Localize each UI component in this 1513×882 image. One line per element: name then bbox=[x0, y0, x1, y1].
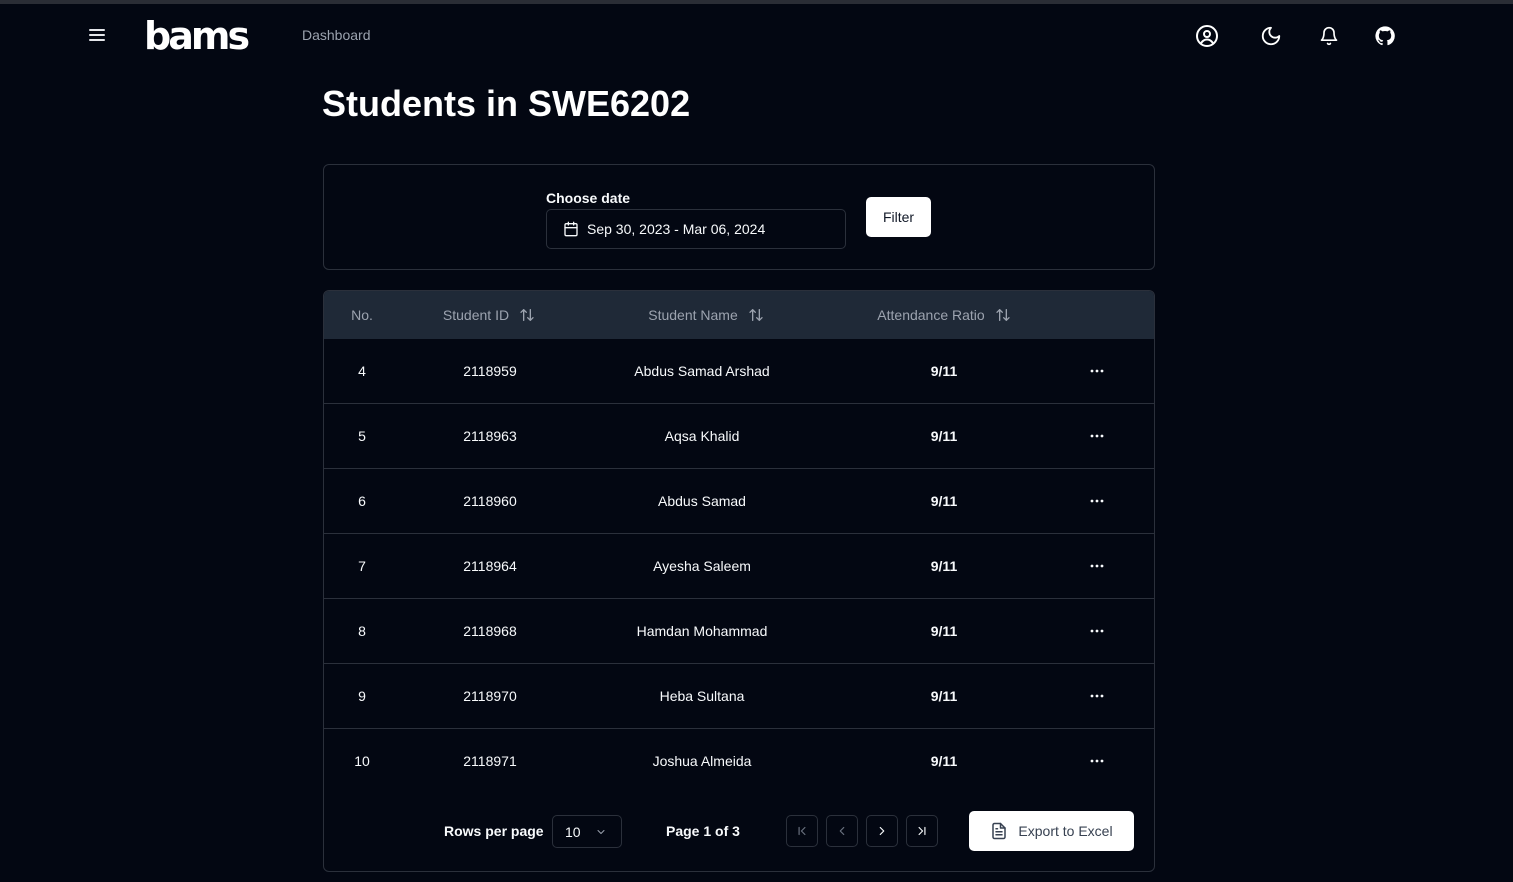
table-row: 7 2118964 Ayesha Saleem 9/11 bbox=[324, 534, 1154, 599]
chevron-right-icon bbox=[875, 824, 889, 838]
page-indicator: Page 1 of 3 bbox=[666, 823, 740, 839]
cell-student-id: 2118960 bbox=[463, 493, 517, 509]
cell-attendance-ratio: 9/11 bbox=[930, 688, 958, 704]
page-title: Students in SWE6202 bbox=[322, 83, 691, 124]
cell-student-id: 2118964 bbox=[463, 558, 517, 574]
ellipsis-icon[interactable] bbox=[1083, 357, 1111, 385]
table-row: 5 2118963 Aqsa Khalid 9/11 bbox=[324, 404, 1154, 469]
first-page-icon bbox=[795, 824, 809, 838]
cell-no: 7 bbox=[358, 558, 366, 574]
cell-attendance-ratio: 9/11 bbox=[930, 558, 958, 574]
ellipsis-icon[interactable] bbox=[1083, 617, 1111, 645]
table-row: 4 2118959 Abdus Samad Arshad 9/11 bbox=[324, 339, 1154, 404]
ellipsis-icon[interactable] bbox=[1083, 487, 1111, 515]
chevron-down-icon bbox=[595, 826, 607, 838]
table-row: 8 2118968 Hamdan Mohammad 9/11 bbox=[324, 599, 1154, 664]
students-table: No. Student ID Student Name Attendance R… bbox=[323, 290, 1155, 872]
column-header-label: Student Name bbox=[648, 307, 738, 323]
export-button-label: Export to Excel bbox=[1018, 823, 1113, 839]
cell-student-id: 2118971 bbox=[463, 753, 517, 769]
table-header: No. Student ID Student Name Attendance R… bbox=[324, 291, 1154, 339]
cell-attendance-ratio: 9/11 bbox=[930, 428, 958, 444]
table-row: 6 2118960 Abdus Samad 9/11 bbox=[324, 469, 1154, 534]
calendar-icon bbox=[563, 221, 579, 237]
column-header-no: No. bbox=[324, 291, 400, 339]
chevron-left-icon bbox=[835, 824, 849, 838]
date-range-value: Sep 30, 2023 - Mar 06, 2024 bbox=[587, 221, 766, 237]
rows-per-page-value: 10 bbox=[565, 823, 581, 840]
menu-icon[interactable] bbox=[84, 22, 110, 48]
cell-student-id: 2118959 bbox=[463, 363, 517, 379]
cell-student-name: Abdus Samad Arshad bbox=[634, 363, 770, 379]
rows-per-page-label: Rows per page bbox=[444, 823, 544, 839]
app-logo[interactable]: bams bbox=[144, 14, 250, 58]
bell-icon[interactable] bbox=[1315, 22, 1343, 50]
cell-student-id: 2118970 bbox=[463, 688, 517, 704]
top-navbar: bams Dashboard bbox=[0, 4, 1513, 68]
column-header-label: Student ID bbox=[442, 307, 510, 323]
moon-icon[interactable] bbox=[1257, 22, 1285, 50]
ellipsis-icon[interactable] bbox=[1083, 552, 1111, 580]
user-circle-icon[interactable] bbox=[1193, 22, 1221, 50]
previous-page-button[interactable] bbox=[826, 815, 858, 847]
ellipsis-icon[interactable] bbox=[1083, 747, 1111, 775]
column-header-student-name[interactable]: Student Name bbox=[606, 291, 806, 339]
column-header-label: Attendance Ratio bbox=[877, 307, 985, 323]
cell-no: 8 bbox=[358, 623, 366, 639]
date-label: Choose date bbox=[546, 190, 631, 206]
cell-no: 5 bbox=[358, 428, 366, 444]
column-header-attendance-ratio[interactable]: Attendance Ratio bbox=[844, 291, 1044, 339]
cell-student-id: 2118968 bbox=[463, 623, 517, 639]
export-to-excel-button[interactable]: Export to Excel bbox=[969, 811, 1134, 851]
table-row: 10 2118971 Joshua Almeida 9/11 bbox=[324, 729, 1154, 794]
cell-student-name: Abdus Samad bbox=[658, 493, 746, 509]
column-header-student-id[interactable]: Student ID bbox=[414, 291, 564, 339]
cell-attendance-ratio: 9/11 bbox=[930, 363, 958, 379]
last-page-icon bbox=[915, 824, 929, 838]
ellipsis-icon[interactable] bbox=[1083, 682, 1111, 710]
cell-no: 10 bbox=[354, 753, 370, 769]
date-range-picker[interactable]: Sep 30, 2023 - Mar 06, 2024 bbox=[546, 209, 846, 249]
cell-student-name: Aqsa Khalid bbox=[664, 428, 740, 444]
table-row: 9 2118970 Heba Sultana 9/11 bbox=[324, 664, 1154, 729]
last-page-button[interactable] bbox=[906, 815, 938, 847]
cell-no: 6 bbox=[358, 493, 366, 509]
first-page-button[interactable] bbox=[786, 815, 818, 847]
sort-icon[interactable] bbox=[995, 307, 1011, 323]
column-header-label: No. bbox=[351, 307, 373, 323]
cell-attendance-ratio: 9/11 bbox=[930, 753, 958, 769]
sort-icon[interactable] bbox=[748, 307, 764, 323]
sort-icon[interactable] bbox=[519, 307, 535, 323]
cell-student-name: Hamdan Mohammad bbox=[636, 623, 768, 639]
ellipsis-icon[interactable] bbox=[1083, 422, 1111, 450]
github-icon[interactable] bbox=[1371, 22, 1399, 50]
cell-student-name: Heba Sultana bbox=[659, 688, 745, 704]
cell-attendance-ratio: 9/11 bbox=[930, 623, 958, 639]
cell-student-id: 2118963 bbox=[463, 428, 517, 444]
cell-no: 9 bbox=[358, 688, 366, 704]
cell-student-name: Joshua Almeida bbox=[652, 753, 752, 769]
date-filter-card: Choose date Sep 30, 2023 - Mar 06, 2024 … bbox=[323, 164, 1155, 270]
next-page-button[interactable] bbox=[866, 815, 898, 847]
rows-per-page-select[interactable]: 10 bbox=[552, 815, 622, 848]
nav-link-dashboard[interactable]: Dashboard bbox=[302, 27, 371, 43]
document-icon bbox=[990, 822, 1008, 840]
filter-button[interactable]: Filter bbox=[866, 197, 931, 237]
cell-attendance-ratio: 9/11 bbox=[930, 493, 958, 509]
cell-no: 4 bbox=[358, 363, 366, 379]
cell-student-name: Ayesha Saleem bbox=[653, 558, 751, 574]
